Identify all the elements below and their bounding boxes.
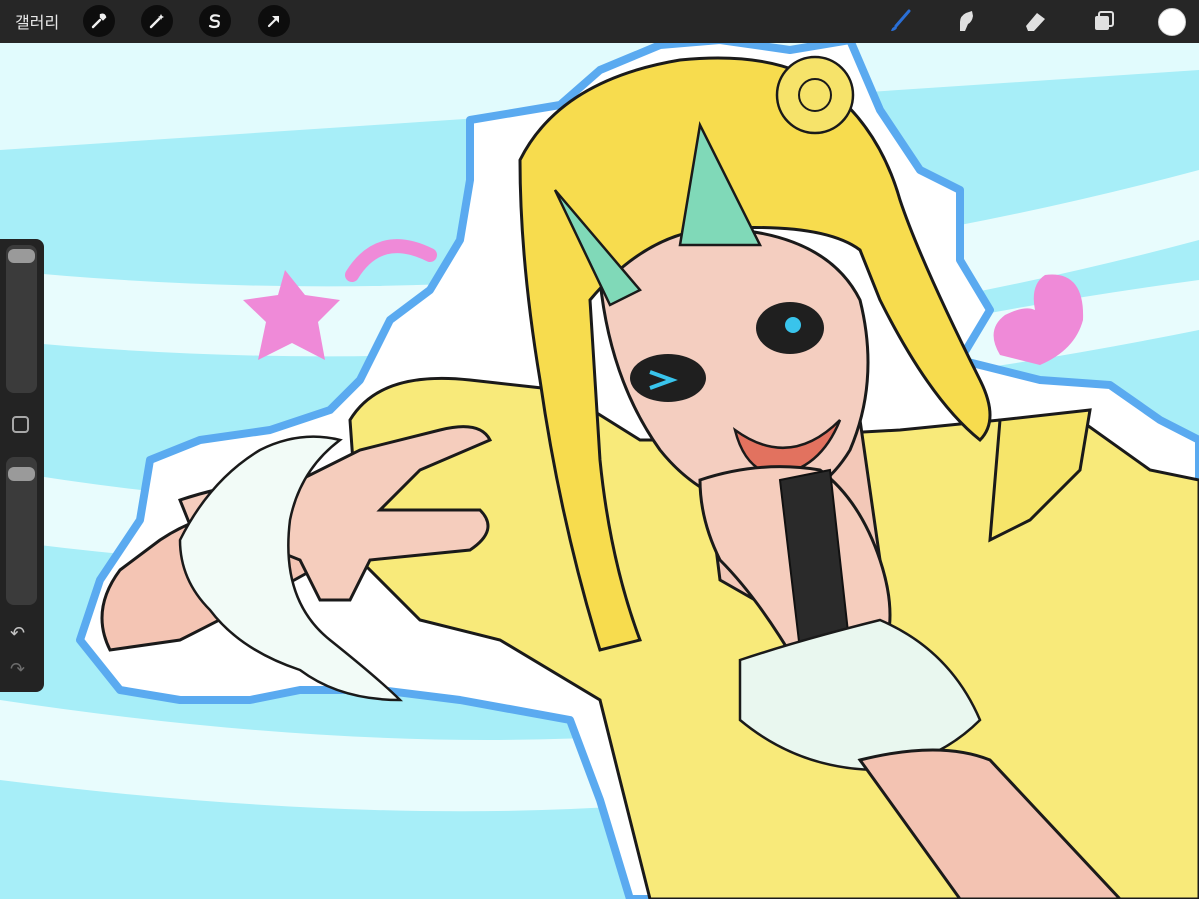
artwork [0,0,1199,899]
layers-button[interactable] [1089,6,1119,36]
modify-button[interactable] [12,416,29,433]
smudge-tool[interactable] [950,6,980,36]
selection-button[interactable] [199,5,231,37]
smudge-icon [960,11,973,31]
eraser-icon [1026,13,1045,31]
redo-button[interactable]: ↷ [10,659,25,680]
opacity-slider[interactable] [6,457,37,605]
brush-tool[interactable] [885,6,915,36]
gallery-button[interactable]: 갤러리 [15,9,59,33]
actions-button[interactable] [83,5,115,37]
hair-flower [775,55,855,135]
magic-wand-icon [149,14,164,29]
brush-size-thumb[interactable] [8,249,35,263]
eraser-tool[interactable] [1020,6,1050,36]
transform-button[interactable] [258,5,290,37]
layers-icon [1095,11,1114,30]
undo-icon: ↶ [10,623,26,644]
brush-icon [891,9,911,31]
opacity-thumb[interactable] [8,467,35,481]
color-picker-button[interactable] [1158,8,1186,36]
brush-size-slider[interactable] [6,245,37,393]
arrow-cursor-icon [267,15,280,28]
drawing-canvas[interactable] [0,0,1199,899]
selection-s-icon [208,14,221,29]
redo-icon: ↷ [10,659,26,680]
left-sidebar: ↶ ↷ [0,239,44,692]
undo-button[interactable]: ↶ [10,623,25,644]
wrench-icon [91,13,107,29]
adjustments-button[interactable] [141,5,173,37]
top-toolbar: 갤러리 [0,0,1199,43]
